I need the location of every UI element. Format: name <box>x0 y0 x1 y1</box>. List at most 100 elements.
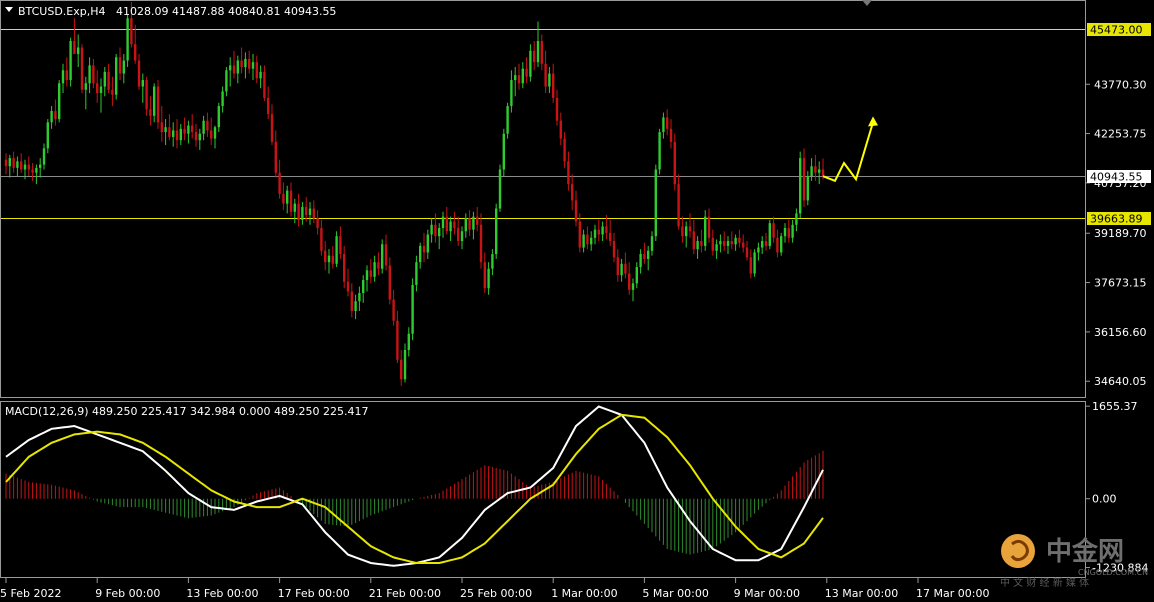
candle-body <box>130 18 133 45</box>
candle-body <box>681 226 684 237</box>
candle-body <box>324 250 327 263</box>
candle-body <box>365 270 369 281</box>
candle-body <box>745 247 749 258</box>
price-tick-label: 34640.05 <box>1094 375 1147 388</box>
candle-body <box>650 236 654 251</box>
candle-body <box>229 65 232 71</box>
candle-body <box>77 47 80 55</box>
candle-body <box>183 128 186 134</box>
candle-body <box>179 128 182 141</box>
candle-body <box>115 57 118 95</box>
candle-body <box>388 265 391 300</box>
candle-body <box>662 117 665 133</box>
candle-body <box>141 80 144 87</box>
candle-body <box>305 206 308 216</box>
candle-body <box>510 80 513 107</box>
candle-body <box>65 70 68 81</box>
price-tick-label: 43770.30 <box>1094 78 1147 91</box>
candle-body <box>582 234 585 248</box>
time-tick-label: 9 Feb 00:00 <box>95 587 160 600</box>
candle-body <box>267 97 270 115</box>
watermark-tagline: 中 文 财 经 新 媒 体 <box>1000 576 1089 589</box>
candle-body <box>704 216 707 246</box>
candle-body <box>191 125 194 133</box>
time-tick-label: 5 Feb 2022 <box>0 587 61 600</box>
candle-body <box>331 255 334 264</box>
candle-body <box>381 244 384 269</box>
candle-body <box>403 350 407 380</box>
candle-body <box>232 65 236 74</box>
candle-body <box>692 231 695 250</box>
candle-body <box>217 106 220 128</box>
candle-body <box>27 164 30 170</box>
candle-body <box>8 158 11 167</box>
candle-body <box>20 161 23 170</box>
candle-body <box>84 83 87 90</box>
candle-body <box>506 106 509 134</box>
candle-body <box>487 268 490 289</box>
candle-body <box>103 71 106 87</box>
candle-body <box>339 236 342 255</box>
candle-body <box>213 127 217 139</box>
candle-body <box>555 97 559 121</box>
candle-body <box>654 169 657 237</box>
time-tick-label: 13 Mar 00:00 <box>825 587 898 600</box>
candle-body <box>419 245 422 263</box>
candle-body <box>669 128 673 142</box>
candle-body <box>483 262 486 289</box>
candle-body <box>16 161 19 168</box>
watermark-sub: CNGOLD.COM.CN <box>1078 568 1148 577</box>
candle-body <box>407 333 410 351</box>
candle-body <box>160 122 163 133</box>
candle-body <box>772 223 775 238</box>
candle-body <box>164 127 167 133</box>
candle-body <box>479 224 483 263</box>
candle-body <box>814 166 817 173</box>
candle-body <box>631 283 635 290</box>
candle-body <box>58 83 61 120</box>
candle-body <box>525 68 528 77</box>
candle-body <box>73 41 76 55</box>
candle-body <box>335 236 338 264</box>
candle-body <box>780 236 783 253</box>
macd-tick-label: 1655.37 <box>1092 400 1138 413</box>
candle-body <box>715 244 718 251</box>
candle-body <box>491 254 494 269</box>
time-tick-label: 9 Mar 00:00 <box>734 587 800 600</box>
candle-body <box>464 218 467 232</box>
candle-body <box>498 169 502 209</box>
candle-body <box>799 158 802 214</box>
candle-body <box>61 70 65 84</box>
candle-body <box>400 359 403 380</box>
candle-body <box>312 208 315 219</box>
candle-body <box>460 231 464 242</box>
candle-body <box>571 184 574 201</box>
candle-body <box>574 200 578 222</box>
symbol-label: BTCUSD.Exp,H4 <box>18 5 106 18</box>
candle-body <box>194 132 198 141</box>
candle-body <box>666 117 669 129</box>
candle-body <box>761 241 764 248</box>
candle-body <box>593 229 597 238</box>
candle-body <box>449 221 452 232</box>
candle-body <box>495 208 498 255</box>
candle-body <box>251 62 255 69</box>
candle-body <box>54 110 57 120</box>
candle-body <box>472 216 475 230</box>
candle-body <box>806 175 809 201</box>
candle-body <box>411 284 414 334</box>
candle-body <box>118 57 122 74</box>
time-tick-label: 17 Feb 00:00 <box>278 587 350 600</box>
candle-body <box>529 50 532 77</box>
candle-body <box>39 164 42 168</box>
candle-body <box>301 206 304 220</box>
candle-body <box>80 47 84 90</box>
candle-body <box>31 169 34 173</box>
candle-body <box>343 254 346 282</box>
candle-body <box>134 44 137 61</box>
candle-body <box>567 161 570 185</box>
candle-body <box>802 158 806 201</box>
price-tick-label: 42253.75 <box>1094 128 1147 141</box>
candle-body <box>559 120 562 139</box>
candle-body <box>734 237 737 245</box>
